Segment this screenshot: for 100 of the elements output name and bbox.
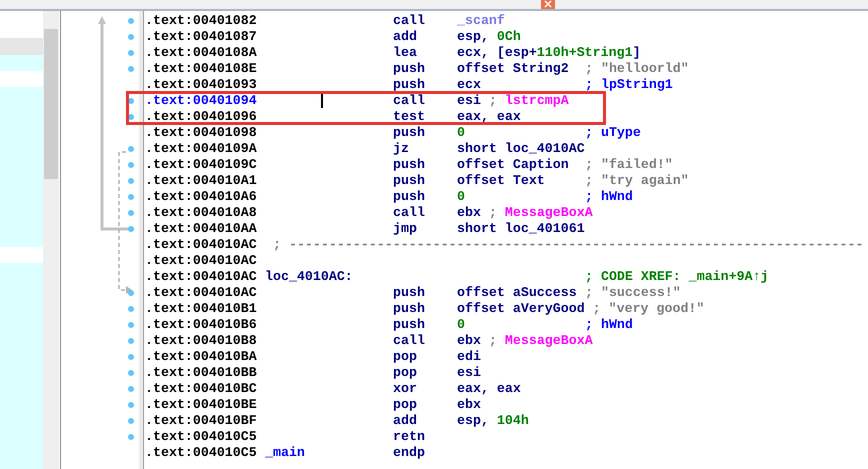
comment-text: ; uType	[585, 125, 641, 141]
mnemonic-text: push	[393, 157, 425, 172]
address-text: .text:004010AC	[145, 253, 258, 269]
address-text: .text:004010B8	[145, 333, 258, 349]
close-icon[interactable]	[541, 0, 555, 9]
comment-text: ; "helloorld"	[585, 61, 689, 77]
mnemonic-text: push	[393, 61, 425, 76]
operand-text: ebx ; MessageBoxA	[457, 205, 593, 220]
comment-text: ; hWnd	[585, 317, 633, 333]
mnemonic-text: push	[393, 125, 425, 140]
address-text: .text:0040108E	[145, 61, 258, 77]
breakpoint-dot[interactable]	[128, 386, 134, 392]
address-text: .text:004010BF	[145, 413, 258, 429]
operand-text: ecx, [esp+110h+String1]	[457, 45, 641, 60]
comment-text: ; hWnd	[585, 189, 633, 205]
breakpoint-dot[interactable]	[128, 434, 134, 440]
breakpoint-dot[interactable]	[128, 354, 134, 360]
address-text: .text:0040109A	[145, 141, 258, 157]
operand-text: eax, eax	[457, 381, 521, 396]
operand-text: offset Caption	[457, 157, 569, 172]
address-text: .text:004010A6	[145, 189, 258, 205]
operand-text: offset aSuccess	[457, 285, 577, 300]
breakpoint-dot[interactable]	[128, 290, 134, 296]
text-cursor	[321, 94, 323, 108]
label-text: loc_4010AC:	[265, 269, 353, 284]
mnemonic-text: call	[393, 205, 425, 220]
mnemonic-text: push	[393, 317, 425, 332]
address-text: .text:004010B6	[145, 317, 258, 333]
breakpoint-dot[interactable]	[128, 306, 134, 312]
operand-text: esp, 104h	[457, 413, 529, 428]
operand-text: _scanf	[457, 13, 505, 28]
breakpoint-dot[interactable]	[128, 178, 134, 184]
operand-text: 0	[457, 125, 465, 140]
separator-comment: ; ------------------------------------------------------------------------	[273, 237, 864, 253]
address-text: .text:004010C5	[145, 429, 258, 445]
mnemonic-text: xor	[393, 381, 417, 396]
mnemonic-text: push	[393, 173, 425, 188]
address-text: .text:004010B1	[145, 301, 258, 317]
operand-text: ebx	[457, 397, 481, 412]
mnemonic-text: push	[393, 189, 425, 204]
label-text: _main	[265, 445, 305, 460]
operand-text: short loc_4010AC	[457, 141, 585, 156]
mnemonic-text: push	[393, 301, 425, 316]
operand-text: offset String2	[457, 61, 569, 76]
address-text: .text:004010A8	[145, 205, 258, 221]
mnemonic-text: jz	[393, 141, 409, 156]
mnemonic-text: push	[393, 77, 425, 92]
breakpoint-dot[interactable]	[128, 18, 134, 24]
comment-text: ; "failed!"	[585, 157, 673, 173]
mnemonic-text: call	[393, 93, 425, 108]
mnemonic-text: pop	[393, 349, 417, 364]
comment-text: ; lpString1	[585, 77, 673, 93]
mnemonic-text: push	[393, 285, 425, 300]
address-text: .text:00401094	[145, 93, 258, 109]
operand-text: esi ; lstrcmpA	[457, 93, 569, 108]
mnemonic-text: call	[393, 13, 425, 28]
breakpoint-dot[interactable]	[128, 162, 134, 168]
operand-text: ecx	[457, 77, 481, 92]
breakpoint-dot[interactable]	[128, 370, 134, 376]
address-text: .text:004010AC	[145, 285, 258, 301]
address-text: .text:004010AA	[145, 221, 258, 237]
mnemonic-text: add	[393, 29, 417, 44]
mnemonic-text: pop	[393, 365, 417, 380]
breakpoint-dot[interactable]	[128, 338, 134, 344]
breakpoint-dot[interactable]	[128, 34, 134, 40]
address-text: .text:00401096	[145, 109, 258, 125]
address-text: .text:004010BA	[145, 349, 258, 365]
address-text: .text:0040109C	[145, 157, 258, 173]
address-text: .text:004010BC	[145, 381, 258, 397]
breakpoint-dot[interactable]	[128, 146, 134, 152]
breakpoint-dot[interactable]	[128, 210, 134, 216]
address-text: .text:004010AC	[145, 237, 258, 253]
scrollbar[interactable]	[43, 11, 59, 469]
mnemonic-text: lea	[393, 45, 417, 60]
mnemonic-text: jmp	[393, 221, 417, 236]
operand-text: 0	[457, 317, 465, 332]
mnemonic-text: test	[393, 109, 425, 124]
comment-text: ; "success!"	[585, 285, 681, 301]
mnemonic-text: endp	[393, 445, 425, 460]
scrollbar-thumb[interactable]	[44, 29, 58, 179]
address-text: .text:004010C5	[145, 445, 258, 461]
address-text: .text:00401098	[145, 125, 258, 141]
breakpoint-dot[interactable]	[128, 66, 134, 72]
address-text: .text:00401093	[145, 77, 258, 93]
comment-text: ; CODE XREF: _main+9A↑j	[585, 269, 769, 285]
comment-text: ; "very good!"	[592, 301, 704, 317]
breakpoint-dot[interactable]	[128, 50, 134, 56]
address-text: .text:00401082	[145, 13, 258, 29]
operand-text: edi	[457, 349, 481, 364]
comment-text: ; "try again"	[585, 173, 689, 189]
operand-text: short loc_401061	[457, 221, 585, 236]
breakpoint-dot[interactable]	[128, 322, 134, 328]
operand-text: 0	[457, 189, 465, 204]
breakpoint-dot[interactable]	[128, 418, 134, 424]
operand-text: esi	[457, 365, 481, 380]
operand-text: ebx ; MessageBoxA	[457, 333, 593, 348]
breakpoint-dot[interactable]	[128, 226, 134, 232]
breakpoint-dot[interactable]	[128, 194, 134, 200]
operand-text: esp, 0Ch	[457, 29, 521, 44]
breakpoint-dot[interactable]	[128, 402, 134, 408]
